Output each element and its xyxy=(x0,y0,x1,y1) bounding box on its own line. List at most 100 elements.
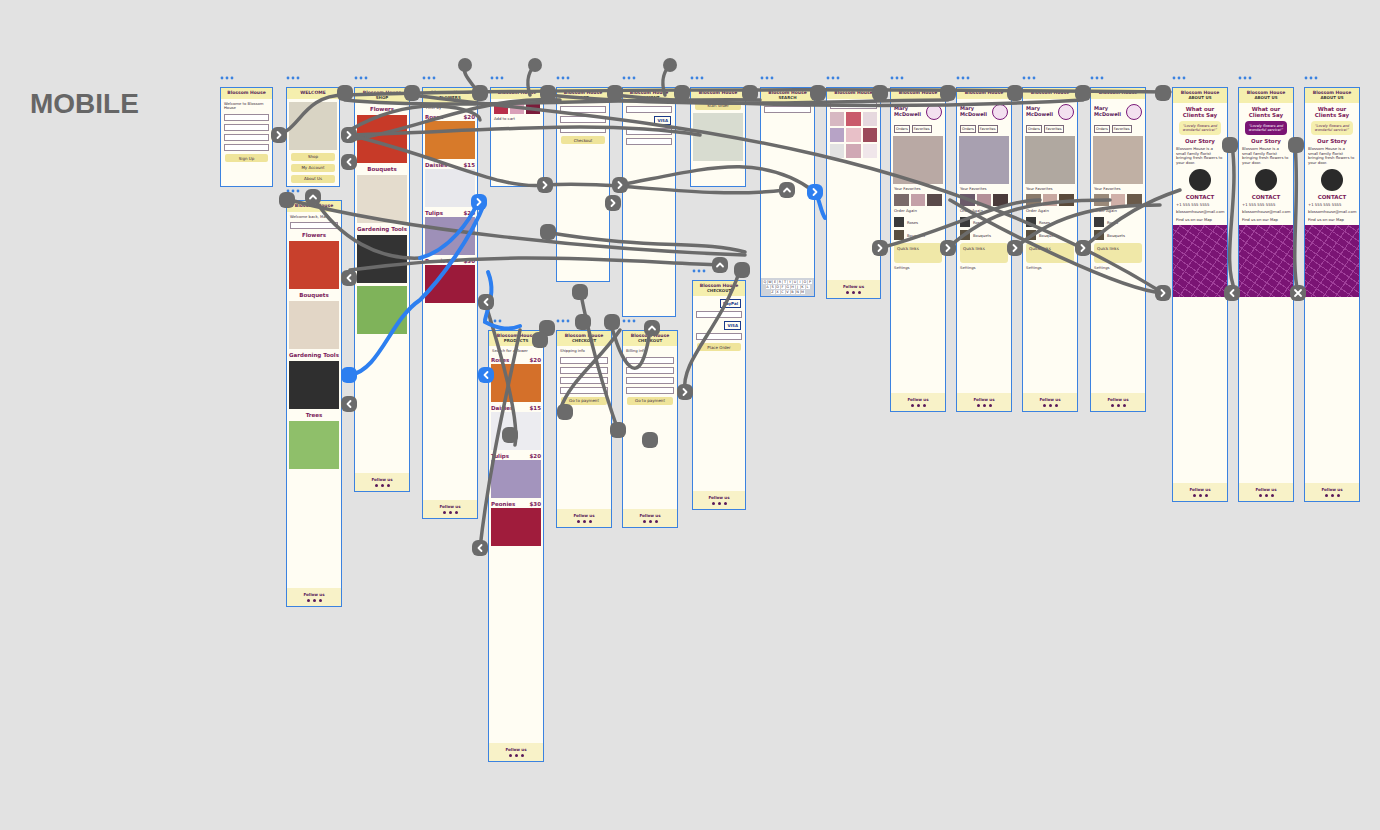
connection-wire[interactable] xyxy=(1230,145,1236,293)
artboard[interactable]: Blossom HouseFollow us xyxy=(826,87,881,299)
input-field[interactable] xyxy=(626,106,672,113)
connection-wire[interactable] xyxy=(663,65,670,95)
connection-wire[interactable] xyxy=(580,290,618,430)
connection-wire[interactable] xyxy=(1015,205,1160,248)
order-item[interactable]: Bouquets xyxy=(891,230,945,240)
social-icon[interactable] xyxy=(375,484,378,487)
artboard[interactable]: Blossom HouseABOUT USWhat our Clients Sa… xyxy=(1172,87,1228,502)
thumbnail[interactable] xyxy=(494,102,508,114)
social-icon[interactable] xyxy=(724,502,727,505)
action-button[interactable]: My Account xyxy=(291,164,335,172)
grid-photo[interactable] xyxy=(846,144,860,158)
wire-node-icon[interactable] xyxy=(940,240,956,256)
social-icon[interactable] xyxy=(1049,404,1052,407)
input-field[interactable] xyxy=(626,377,674,384)
wire-node-icon[interactable] xyxy=(742,85,758,101)
connection-wire[interactable] xyxy=(610,320,650,368)
artboard-menu-icon[interactable] xyxy=(422,75,436,81)
wire-node-icon[interactable] xyxy=(612,177,628,193)
wire-node-icon[interactable] xyxy=(712,257,728,273)
artboard[interactable]: Blossom HouseCHECKOUTShipping infoGo to … xyxy=(556,330,612,528)
connection-wire[interactable] xyxy=(345,90,1170,95)
connection-wire[interactable] xyxy=(615,95,1083,105)
input-field[interactable] xyxy=(224,144,269,151)
wire-node-icon[interactable] xyxy=(1288,137,1304,153)
social-icon[interactable] xyxy=(307,599,310,602)
wire-node-icon[interactable] xyxy=(1224,285,1240,301)
action-button[interactable]: Place Order xyxy=(697,343,741,351)
thumbnail[interactable] xyxy=(977,194,992,206)
thumbnail[interactable] xyxy=(1111,194,1126,206)
key[interactable]: N xyxy=(796,290,800,294)
connection-wire[interactable] xyxy=(950,200,1163,293)
input-field[interactable] xyxy=(626,128,672,135)
connection-wire[interactable] xyxy=(685,270,740,392)
key[interactable]: G xyxy=(786,285,790,289)
thumbnail[interactable] xyxy=(510,102,524,114)
wire-node-icon[interactable] xyxy=(1007,85,1023,101)
social-icon[interactable] xyxy=(577,520,580,523)
key[interactable]: K xyxy=(801,285,805,289)
wire-node-icon[interactable] xyxy=(674,85,690,101)
thumbnail[interactable] xyxy=(1094,194,1109,206)
key[interactable]: F xyxy=(781,285,785,289)
action-button[interactable]: Sign Up xyxy=(225,154,268,162)
artboard[interactable]: Blossom HouseStart order xyxy=(690,87,746,187)
wire-node-icon[interactable] xyxy=(779,182,795,198)
key[interactable]: A xyxy=(766,285,770,289)
social-icon[interactable] xyxy=(509,754,512,757)
wire-node-icon[interactable] xyxy=(872,85,888,101)
artboard[interactable]: Blossom HouseABOUT USWhat our Clients Sa… xyxy=(1238,87,1294,502)
wire-node-icon[interactable] xyxy=(341,396,357,412)
artboard-menu-icon[interactable] xyxy=(1172,75,1186,81)
input-field[interactable] xyxy=(560,387,608,394)
thumbnail[interactable] xyxy=(960,194,975,206)
order-item[interactable]: Bouquets xyxy=(1091,230,1145,240)
artboard-menu-icon[interactable] xyxy=(826,75,840,81)
connection-wire[interactable] xyxy=(948,200,1110,248)
wire-node-icon[interactable] xyxy=(472,540,488,556)
key[interactable]: X xyxy=(776,290,780,294)
connection-wire[interactable] xyxy=(545,184,785,193)
wire-node-icon[interactable] xyxy=(1075,240,1091,256)
input-field[interactable] xyxy=(626,387,674,394)
social-icon[interactable] xyxy=(852,291,855,294)
product-card[interactable]: Roses$20 xyxy=(489,357,543,402)
artboard-menu-icon[interactable] xyxy=(692,268,706,274)
social-icon[interactable] xyxy=(1043,404,1046,407)
grid-photo[interactable] xyxy=(846,112,860,126)
key[interactable]: P xyxy=(808,280,812,284)
key[interactable]: B xyxy=(791,290,795,294)
wire-node-icon[interactable] xyxy=(677,384,693,400)
artboard-menu-icon[interactable] xyxy=(956,75,970,81)
social-icon[interactable] xyxy=(846,291,849,294)
social-icon[interactable] xyxy=(313,599,316,602)
wire-node-icon[interactable] xyxy=(540,85,556,101)
wire-node-icon[interactable] xyxy=(341,154,357,170)
wire-node-icon[interactable] xyxy=(1007,240,1023,256)
social-icon[interactable] xyxy=(1055,404,1058,407)
product-card[interactable]: Roses$20 xyxy=(423,114,477,159)
artboard[interactable]: Blossom HouseAdd to cart xyxy=(490,87,544,187)
artboard-menu-icon[interactable] xyxy=(556,75,570,81)
social-icon[interactable] xyxy=(589,520,592,523)
wire-node-icon[interactable] xyxy=(537,177,553,193)
artboard[interactable]: Blossom HouseCARTCheckout xyxy=(556,87,610,282)
connection-wire[interactable] xyxy=(350,100,560,140)
grid-photo[interactable] xyxy=(846,128,860,142)
connection-wire[interactable] xyxy=(350,135,545,186)
key[interactable]: H xyxy=(791,285,795,289)
input-field[interactable] xyxy=(560,357,608,364)
input-field[interactable] xyxy=(560,367,608,374)
social-icon[interactable] xyxy=(387,484,390,487)
social-icon[interactable] xyxy=(977,404,980,407)
grid-photo[interactable] xyxy=(830,128,844,142)
product-card[interactable]: Tulips$20 xyxy=(489,453,543,498)
action-button[interactable]: Go to payment xyxy=(627,397,673,405)
social-icon[interactable] xyxy=(583,520,586,523)
wire-node-icon[interactable] xyxy=(540,224,556,240)
artboard-menu-icon[interactable] xyxy=(556,318,570,324)
grid-photo[interactable] xyxy=(830,144,844,158)
artboard[interactable]: Blossom HouseCHECKOUTPayPalVISAPlace Ord… xyxy=(692,280,746,510)
social-icon[interactable] xyxy=(1193,494,1196,497)
